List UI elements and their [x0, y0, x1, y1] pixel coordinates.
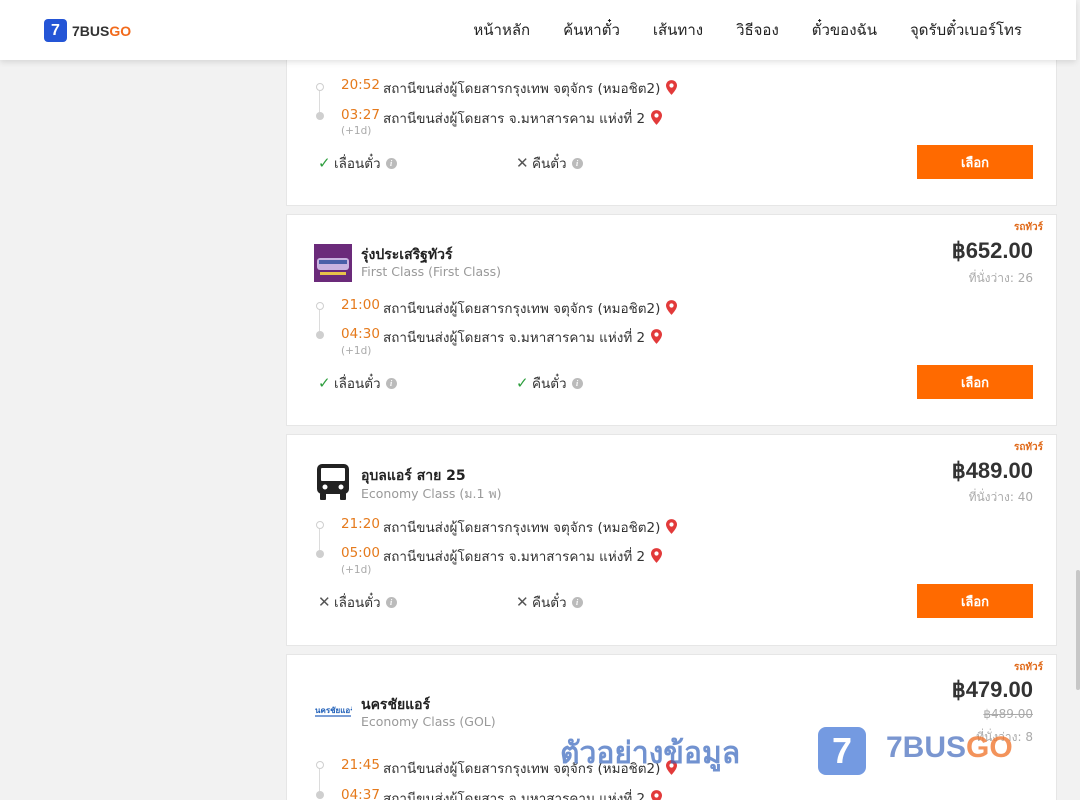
departure-dot	[316, 83, 324, 91]
change-policy: ✓ เลื่อนตั๋ว i	[318, 372, 397, 394]
departure-dot	[316, 761, 324, 769]
map-pin-icon[interactable]	[651, 110, 663, 125]
refund-policy: ✕ คืนตั๋ว i	[516, 591, 583, 613]
departure-time: 21:00	[341, 297, 380, 313]
trip-card: รถทัวร์ อุบลแอร์ สาย 25 Economy Class (ม…	[286, 434, 1057, 646]
arrival-dot	[316, 791, 324, 799]
change-policy: ✕ เลื่อนตั๋ว i	[318, 591, 397, 613]
departure-station: สถานีขนส่งผู้โดยสารกรุงเทพ จตุจักร (หมอช…	[383, 77, 678, 99]
seat-class: Economy Class (ม.1 พ)	[361, 486, 502, 501]
map-pin-icon[interactable]	[651, 548, 663, 563]
scrollbar-thumb[interactable]	[1076, 570, 1080, 690]
departure-station: สถานีขนส่งผู้โดยสารกรุงเทพ จตุจักร (หมอช…	[383, 297, 678, 319]
original-price: ฿489.00	[983, 707, 1033, 721]
svg-text:นครชัยแอร์: นครชัยแอร์	[315, 705, 352, 715]
cross-icon: ✕	[516, 154, 529, 172]
departure-dot	[316, 302, 324, 310]
next-day-note: (+1d)	[341, 345, 372, 357]
arrival-time: 04:30	[341, 326, 380, 342]
ticket-price: ฿489.00	[951, 458, 1033, 483]
sample-data-watermark: ตัวอย่างข้อมูล	[560, 736, 741, 771]
arrival-station: สถานีขนส่งผู้โดยสาร จ.มหาสารคาม แห่งที่ …	[383, 107, 663, 129]
arrival-station: สถานีขนส่งผู้โดยสาร จ.มหาสารคาม แห่งที่ …	[383, 326, 663, 348]
info-icon[interactable]: i	[385, 377, 397, 389]
ticket-price: ฿479.00	[951, 677, 1033, 702]
nav-how-to-book[interactable]: วิธีจอง	[736, 18, 779, 42]
operator-name: รุ่งประเสริฐทัวร์	[361, 247, 453, 263]
departure-time: 21:45	[341, 757, 380, 773]
info-icon[interactable]: i	[385, 157, 397, 169]
bus-type-tag: รถทัวร์	[1013, 222, 1043, 233]
check-icon: ✓	[516, 374, 529, 392]
arrival-dot	[316, 331, 324, 339]
map-pin-icon[interactable]	[666, 80, 678, 95]
departure-station: สถานีขนส่งผู้โดยสารกรุงเทพ จตุจักร (หมอช…	[383, 516, 678, 538]
bus-type-tag: รถทัวร์	[1013, 442, 1043, 453]
info-icon[interactable]: i	[571, 377, 583, 389]
nakhonchai-logo-icon: นครชัยแอร์	[314, 693, 352, 731]
ticket-price: ฿652.00	[951, 238, 1033, 263]
seats-available: ที่นั่งว่าง: 40	[968, 490, 1033, 504]
cross-icon: ✕	[318, 593, 331, 611]
select-trip-button[interactable]: เลือก	[917, 584, 1033, 618]
bus-icon	[314, 463, 352, 501]
map-pin-icon[interactable]	[651, 329, 663, 344]
departure-time: 21:20	[341, 516, 380, 532]
nav-home[interactable]: หน้าหลัก	[473, 18, 530, 42]
cross-icon: ✕	[516, 593, 529, 611]
change-policy: ✓ เลื่อนตั๋ว i	[318, 152, 397, 174]
main-nav: หน้าหลัก ค้นหาตั๋ว เส้นทาง วิธีจอง ตั๋วข…	[440, 0, 1022, 60]
bus-type-tag: รถทัวร์	[1013, 662, 1043, 673]
arrival-time: 05:00	[341, 545, 380, 561]
nav-routes[interactable]: เส้นทาง	[653, 18, 703, 42]
info-icon[interactable]: i	[571, 596, 583, 608]
operator-photo-icon	[314, 244, 352, 282]
refund-policy: ✓ คืนตั๋ว i	[516, 372, 583, 394]
map-pin-icon[interactable]	[666, 519, 678, 534]
nav-my-tickets[interactable]: ตั๋วของฉัน	[812, 18, 877, 42]
map-pin-icon[interactable]	[666, 300, 678, 315]
arrival-time: 03:27	[341, 107, 380, 123]
refund-policy: ✕ คืนตั๋ว i	[516, 152, 583, 174]
route-line	[319, 767, 320, 793]
watermark-logo-icon: 7	[818, 727, 866, 775]
select-trip-button[interactable]: เลือก	[917, 365, 1033, 399]
info-icon[interactable]: i	[571, 157, 583, 169]
departure-time: 20:52	[341, 77, 380, 93]
next-day-note: (+1d)	[341, 125, 372, 137]
nav-ticket-pickup[interactable]: จุดรับตั๋วเบอร์โทร	[910, 18, 1022, 42]
brand-logo[interactable]: 7 7BUSGO	[44, 19, 131, 42]
brand-logo-mark: 7	[44, 19, 67, 42]
arrival-station: สถานีขนส่งผู้โดยสาร จ.มหาสารคาม แห่งที่ …	[383, 787, 663, 800]
watermark-brand: 7BUSGO	[886, 731, 1013, 764]
map-pin-icon[interactable]	[651, 790, 663, 800]
seat-class: Economy Class (GOL)	[361, 714, 496, 729]
departure-dot	[316, 521, 324, 529]
next-day-note: (+1d)	[341, 564, 372, 576]
arrival-dot	[316, 112, 324, 120]
arrival-dot	[316, 550, 324, 558]
select-trip-button[interactable]: เลือก	[917, 145, 1033, 179]
info-icon[interactable]: i	[385, 596, 397, 608]
trip-card: รถทัวร์ นครชัยแอร์ นครชัยแอร์ Economy Cl…	[286, 654, 1057, 800]
nav-search-ticket[interactable]: ค้นหาตั๋ว	[563, 18, 620, 42]
seats-available: ที่นั่งว่าง: 26	[968, 271, 1033, 285]
check-icon: ✓	[318, 374, 331, 392]
seat-class: First Class (First Class)	[361, 264, 502, 279]
arrival-station: สถานีขนส่งผู้โดยสาร จ.มหาสารคาม แห่งที่ …	[383, 545, 663, 567]
brand-name: 7BUSGO	[72, 22, 132, 39]
arrival-time: 04:37	[341, 787, 380, 800]
top-navbar: 7 7BUSGO หน้าหลัก ค้นหาตั๋ว เส้นทาง วิธี…	[0, 0, 1076, 60]
trip-card: รถทัวร์ รุ่งประเสริฐทัวร์ First Class (F…	[286, 214, 1057, 426]
operator-name: นครชัยแอร์	[361, 697, 431, 713]
check-icon: ✓	[318, 154, 331, 172]
